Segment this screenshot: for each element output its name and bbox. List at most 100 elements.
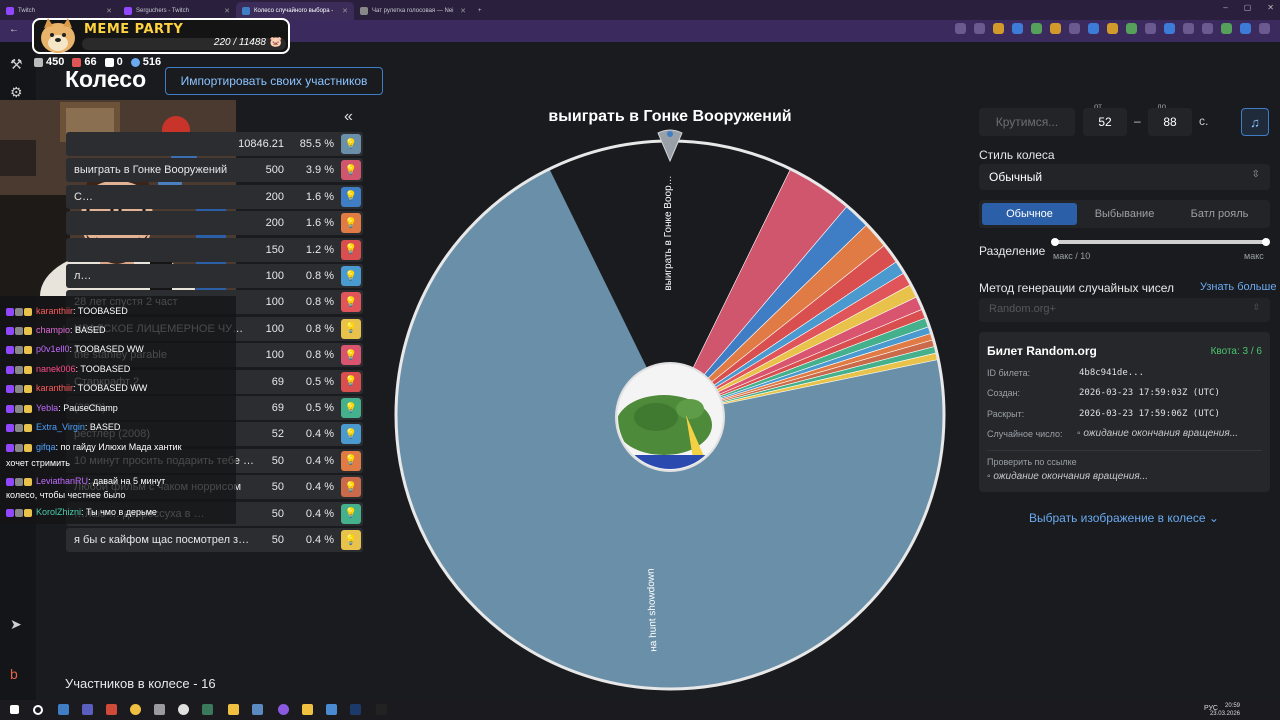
app-icon[interactable] (58, 704, 69, 715)
steam-icon[interactable] (350, 704, 361, 715)
tab-elimination[interactable]: Выбывание (1077, 203, 1172, 225)
extension-icon[interactable] (1126, 23, 1137, 34)
app-icon[interactable] (252, 704, 263, 715)
extension-icon[interactable] (1221, 23, 1232, 34)
close-icon[interactable]: ✕ (106, 7, 112, 15)
chat-username[interactable]: nanek006 (36, 364, 76, 374)
lightbulb-icon[interactable]: 💡 (341, 424, 361, 445)
gear-icon[interactable]: ⚙ (10, 84, 23, 101)
app-icon[interactable] (154, 704, 165, 715)
spin-button[interactable]: Крутимся... (979, 108, 1075, 136)
chat-username[interactable]: karanthiir (36, 306, 73, 316)
menu-icon[interactable] (1259, 23, 1270, 34)
extension-icon[interactable] (1164, 23, 1175, 34)
search-icon[interactable] (33, 705, 43, 715)
lightbulb-icon[interactable]: 💡 (341, 398, 361, 418)
participant-row[interactable]: 10846.21 85.5 % 💡 (66, 132, 363, 156)
chat-username[interactable]: karanthiir (36, 383, 73, 393)
participant-row[interactable]: 150 1.2 % 💡 (66, 237, 363, 262)
participant-row[interactable]: выиграть в Гонке Вооружений 500 3.9 % 💡 (66, 158, 363, 183)
lightbulb-icon[interactable]: 💡 (341, 266, 361, 286)
windows-start-icon[interactable] (10, 705, 19, 714)
lightbulb-icon[interactable]: 💡 (341, 318, 361, 339)
app-icon[interactable] (202, 704, 213, 715)
extension-icon[interactable] (1202, 23, 1213, 34)
extension-icon[interactable] (1145, 23, 1156, 34)
lightbulb-icon[interactable]: 💡 (341, 345, 361, 366)
participant-row[interactable]: л… 100 0.8 % 💡 (66, 264, 363, 288)
lightbulb-icon[interactable]: 💡 (341, 477, 361, 498)
close-icon[interactable]: ✕ (460, 7, 466, 15)
profile-avatar[interactable] (1240, 23, 1251, 34)
chat-username[interactable]: champio (36, 325, 70, 335)
participant-amount: 69 (271, 402, 284, 414)
hammer-icon[interactable]: ⚒ (10, 56, 23, 73)
lightbulb-icon[interactable]: 💡 (341, 292, 361, 313)
browser-tab[interactable]: Чат рулетка голосовая — Nei ✕ (354, 2, 472, 20)
lightbulb-icon[interactable]: 💡 (341, 186, 361, 207)
star-icon[interactable] (974, 23, 985, 34)
participant-row[interactable]: C… 200 1.6 % 💡 (66, 184, 363, 209)
wheel[interactable]: на hunt showdown выиграть в Гонке Воор… (390, 125, 950, 695)
extension-icon[interactable] (1050, 23, 1061, 34)
spin-to-input[interactable]: 88 (1148, 108, 1192, 136)
lightbulb-icon[interactable]: 💡 (341, 371, 361, 392)
app-icon[interactable] (106, 704, 117, 715)
chat-username[interactable]: Extra_Virgin (36, 422, 85, 432)
lightbulb-icon[interactable]: 💡 (341, 160, 361, 181)
chat-username[interactable]: LeviathanRU (36, 476, 88, 486)
back-icon[interactable]: ← (9, 24, 19, 35)
tab-normal[interactable]: Обычное (982, 203, 1077, 225)
maximize-icon[interactable]: ▢ (1244, 3, 1252, 12)
app-icon[interactable] (178, 704, 189, 715)
extension-icon[interactable] (1031, 23, 1042, 34)
extension-icon[interactable] (1012, 23, 1023, 34)
close-icon[interactable]: ✕ (224, 7, 230, 15)
select-image-button[interactable]: Выбрать изображение в колесе ⌄ (1029, 511, 1219, 525)
lightbulb-icon[interactable]: 💡 (341, 503, 361, 524)
tab-battle-royale[interactable]: Батл рояль (1172, 203, 1267, 225)
spin-from-input[interactable]: 52 (1083, 108, 1127, 136)
lightbulb-icon[interactable]: 💡 (341, 530, 361, 550)
extension-icon[interactable] (993, 23, 1004, 34)
app-icon[interactable] (326, 704, 337, 715)
lightbulb-icon[interactable]: 💡 (341, 239, 361, 260)
new-tab-button[interactable]: + (472, 2, 492, 20)
participant-row[interactable]: 200 1.6 % 💡 (66, 211, 363, 236)
split-slider-handle-min[interactable] (1051, 238, 1059, 246)
split-slider-handle-max[interactable] (1262, 238, 1270, 246)
wheel-style-select[interactable]: Обычный ⇳ (979, 164, 1270, 190)
close-window-icon[interactable]: ✕ (1267, 3, 1274, 12)
learn-more-link[interactable]: Узнать больше (1200, 281, 1276, 293)
extension-icon[interactable] (1183, 23, 1194, 34)
chat-username[interactable]: p0v1ell0 (36, 344, 70, 354)
lightbulb-icon[interactable]: 💡 (341, 213, 361, 234)
chat-username[interactable]: KorolZhizni (36, 507, 81, 517)
taskbar-clock[interactable]: 20:59 23.03.2026 (1210, 702, 1240, 718)
chat-username[interactable]: Yebla (36, 403, 58, 413)
extension-icon[interactable] (1107, 23, 1118, 34)
music-button[interactable]: ♫ (1241, 108, 1269, 136)
browser-tab-bar: Twitch ✕ Serguchers - Twitch ✕ Колесо случ… (0, 0, 1280, 20)
zoom-icon[interactable] (955, 23, 966, 34)
collapse-button[interactable]: « (344, 108, 353, 126)
boosty-icon[interactable]: b (10, 666, 18, 682)
minimize-icon[interactable]: – (1223, 3, 1227, 12)
extension-icon[interactable] (1069, 23, 1080, 34)
rng-method-select[interactable]: Random.org+ ⇳ (979, 298, 1270, 322)
telegram-icon[interactable]: ➤ (10, 616, 22, 633)
app-icon[interactable] (82, 704, 93, 715)
app-icon[interactable] (278, 704, 289, 715)
import-participants-button[interactable]: Импортировать своих участников (165, 67, 383, 95)
folder-icon[interactable] (228, 704, 239, 715)
extension-icon[interactable] (1088, 23, 1099, 34)
lightbulb-icon[interactable]: 💡 (341, 450, 361, 471)
close-icon[interactable]: ✕ (342, 7, 348, 15)
app-icon[interactable] (376, 704, 387, 715)
chrome-icon[interactable] (130, 704, 141, 715)
lightbulb-icon[interactable]: 💡 (341, 134, 361, 154)
participant-row[interactable]: я бы с кайфом щас посмотрел з… 50 0.4 % 💡 (66, 528, 363, 552)
app-icon[interactable] (302, 704, 313, 715)
chat-username[interactable]: gifqa (36, 442, 56, 452)
split-slider[interactable] (1054, 240, 1266, 244)
